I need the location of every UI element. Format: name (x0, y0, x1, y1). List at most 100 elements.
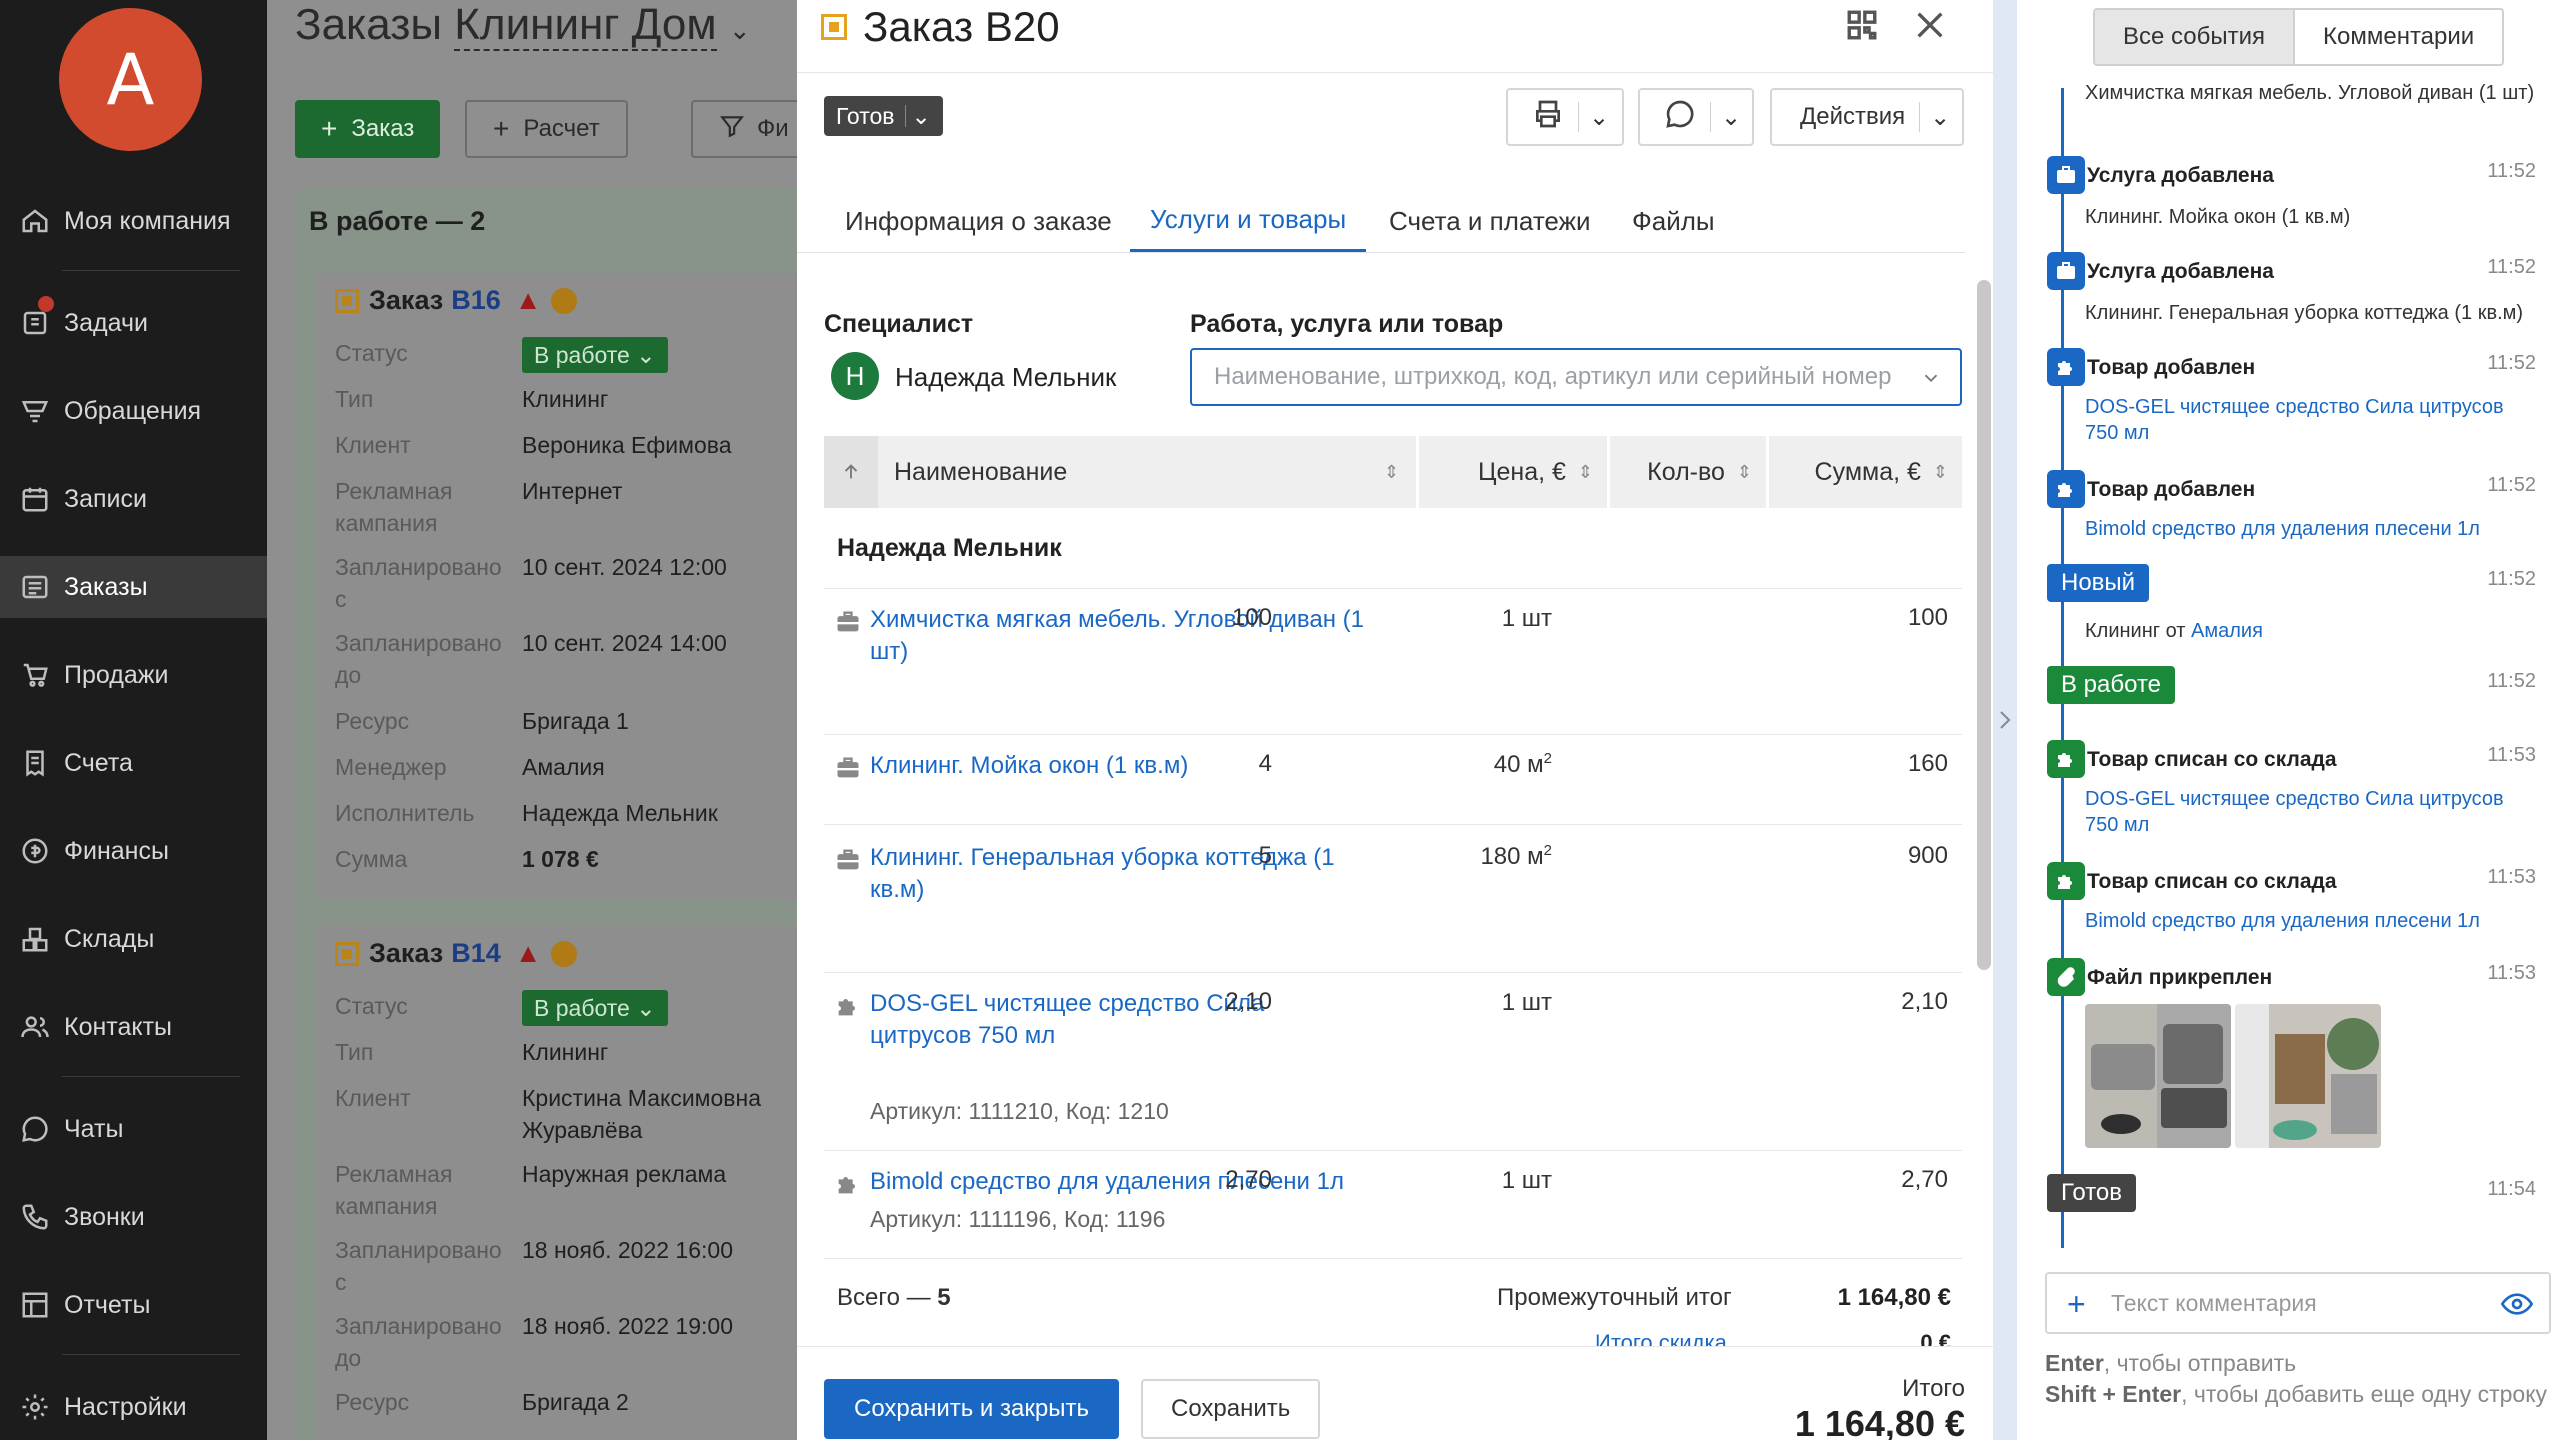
puzzle-icon (2047, 348, 2085, 386)
table-header: Наименование ⇕ Цена, € ⇕ Кол-во ⇕ Сумма, €… (824, 436, 1962, 508)
sidebar-item-finance[interactable]: Финансы (0, 820, 267, 882)
modal-footer: Сохранить и закрыть Сохранить Итого 1 16… (797, 1346, 1993, 1440)
sidebar-item-label: Чаты (64, 1114, 124, 1143)
sort-up-icon[interactable] (824, 436, 878, 508)
print-button[interactable]: ⌄ (1506, 88, 1624, 146)
add-calculation-button[interactable]: + Расчет (465, 100, 628, 158)
work-search-input[interactable]: Наименование, штрихкод, код, артикул или… (1190, 348, 1962, 406)
column-header-sum[interactable]: Сумма, € ⇕ (1769, 436, 1962, 508)
sidebar-item-settings[interactable]: Настройки (0, 1376, 267, 1438)
chevron-right-icon[interactable] (1997, 708, 2013, 737)
event-body-link[interactable]: Bimold средство для удаления плесени 1л (2085, 908, 2535, 934)
panel-collapse-strip[interactable] (1993, 0, 2017, 1440)
orders-board: Заказы Клининг Дом ⌄ + Заказ + Расчет Фи… (267, 0, 797, 1440)
sort-icon[interactable]: ⇕ (1384, 436, 1399, 508)
table-row[interactable]: Химчистка мягкая мебель. Угловой диван (… (824, 604, 1962, 734)
clock-icon (551, 287, 578, 314)
tab-invoices-payments[interactable]: Счета и платежи (1389, 190, 1591, 252)
sidebar-item-requests[interactable]: Обращения (0, 380, 267, 442)
table-row[interactable]: Bimold средство для удаления плесени 1л … (824, 1166, 1962, 1256)
briefcase-icon (2047, 156, 2085, 194)
status-dropdown[interactable]: Готов ⌄ (824, 96, 943, 136)
sidebar-item-contacts[interactable]: Контакты (0, 996, 267, 1058)
status-badge: Новый (2047, 564, 2150, 602)
tab-order-info[interactable]: Информация о заказе (845, 190, 1112, 252)
event-time: 11:53 (2487, 866, 2536, 888)
column-header-price[interactable]: Цена, € ⇕ (1419, 436, 1607, 508)
chevron-down-icon[interactable]: ⌄ (729, 15, 751, 45)
sort-icon: ⇕ (1577, 461, 1593, 482)
close-icon[interactable] (1913, 8, 1947, 47)
attached-image-thumbnail[interactable] (2235, 1004, 2381, 1148)
divider (824, 1150, 1962, 1151)
event-title: Товар списан со склада (2087, 870, 2337, 893)
event-body-link[interactable]: DOS-GEL чистящее средство Сила цитрусов … (2085, 394, 2535, 446)
event-body: Клининг. Генеральная уборка коттеджа (1 … (2085, 302, 2524, 324)
events-panel: Все события Комментарии Химчистка мягкая… (2017, 0, 2560, 1440)
column-header-qty[interactable]: Кол-во ⇕ (1610, 436, 1766, 508)
order-square-icon (335, 288, 359, 313)
scrollbar[interactable] (1977, 280, 1991, 970)
sidebar-item-bookings[interactable]: Записи (0, 468, 267, 530)
specialist-name[interactable]: Надежда Мельник (895, 362, 1116, 393)
sidebar-item-calls[interactable]: Звонки (0, 1186, 267, 1248)
item-sum: 160 (1907, 750, 1948, 777)
sidebar-item-reports[interactable]: Отчеты (0, 1274, 267, 1336)
sidebar-item-label: Звонки (64, 1202, 145, 1231)
order-modal: Заказ B20 Готов ⌄ ⌄ ⌄ Действия ⌄ Информа… (797, 0, 1993, 1440)
sidebar-item-label: Заказы (64, 572, 148, 601)
sidebar-item-label: Счета (64, 748, 133, 777)
column-title: В работе — 2 (309, 206, 486, 236)
table-row[interactable]: Клининг. Мойка окон (1 кв.м) 4 40 м2 160 (824, 750, 1962, 824)
specialist-avatar: Н (831, 352, 879, 400)
event-time: 11:52 (2487, 160, 2536, 182)
chevron-down-icon[interactable] (1920, 367, 1942, 396)
filter-button[interactable]: Фи (691, 100, 797, 158)
message-button[interactable]: ⌄ (1638, 88, 1754, 146)
table-row[interactable]: Клининг. Генеральная уборка коттеджа (1 … (824, 842, 1962, 972)
tab-services-goods[interactable]: Услуги и товары (1130, 190, 1367, 252)
eye-icon[interactable] (2500, 1288, 2534, 1326)
event-title: Товар добавлен (2087, 356, 2256, 379)
orders-icon (18, 570, 52, 604)
order-square-icon (821, 14, 847, 40)
column-header-name[interactable]: Наименование (894, 436, 1394, 508)
comments-toggle[interactable]: Комментарии (2295, 10, 2502, 64)
plus-icon[interactable]: + (2067, 1286, 2086, 1323)
sidebar-item-company[interactable]: Моя компания (0, 190, 267, 252)
actions-button[interactable]: Действия ⌄ (1770, 88, 1964, 146)
table-row[interactable]: DOS-GEL чистящее средство Сила цитрусов … (824, 988, 1962, 1148)
avatar[interactable]: А (59, 8, 202, 151)
order-tabs: Информация о заказе Услуги и товары Счет… (797, 190, 1993, 254)
sidebar-item-orders[interactable]: Заказы (0, 556, 267, 618)
item-sum: 2,70 (1901, 1166, 1948, 1193)
divider (824, 734, 1962, 735)
qr-code-icon[interactable] (1845, 8, 1879, 47)
sidebar-item-warehouses[interactable]: Склады (0, 908, 267, 970)
add-order-button[interactable]: + Заказ (295, 100, 441, 158)
event-body-link[interactable]: Bimold средство для удаления плесени 1л (2085, 516, 2535, 542)
item-sum: 2,10 (1901, 988, 1948, 1015)
status-badge[interactable]: В работе ⌄ (522, 337, 668, 373)
attached-image-thumbnail[interactable] (2085, 1004, 2231, 1148)
sidebar-item-chats[interactable]: Чаты (0, 1098, 267, 1160)
event-time: 11:52 (2487, 256, 2536, 278)
board-filter-dropdown[interactable]: Клининг Дом (454, 0, 717, 51)
tab-files[interactable]: Файлы (1632, 190, 1715, 252)
order-number-link[interactable]: B14 (451, 938, 501, 969)
divider (797, 72, 1993, 73)
kanban-column: В работе — 2 Заказ B16 ▲ Статус В работе … (295, 188, 797, 1440)
sidebar-item-label: Отчеты (64, 1290, 151, 1319)
item-sum: 100 (1907, 604, 1948, 631)
sidebar-item-sales[interactable]: Продажи (0, 644, 267, 706)
event-body-link[interactable]: DOS-GEL чистящее средство Сила цитрусов … (2085, 786, 2535, 838)
order-number-link[interactable]: B16 (451, 285, 501, 316)
sidebar-item-invoices[interactable]: Счета (0, 732, 267, 794)
comment-input[interactable]: + Текст комментария (2045, 1272, 2551, 1334)
order-card[interactable]: Заказ B14 ▲ Статус В работе ⌄ Тип Клининг … (315, 926, 797, 1440)
author-link[interactable]: Амалия (2191, 620, 2263, 642)
sidebar-item-label: Склады (64, 924, 155, 953)
status-badge[interactable]: В работе ⌄ (522, 990, 668, 1026)
all-events-toggle[interactable]: Все события (2095, 10, 2294, 64)
order-card[interactable]: Заказ B16 ▲ Статус В работе ⌄ Тип Клининг … (315, 273, 797, 899)
